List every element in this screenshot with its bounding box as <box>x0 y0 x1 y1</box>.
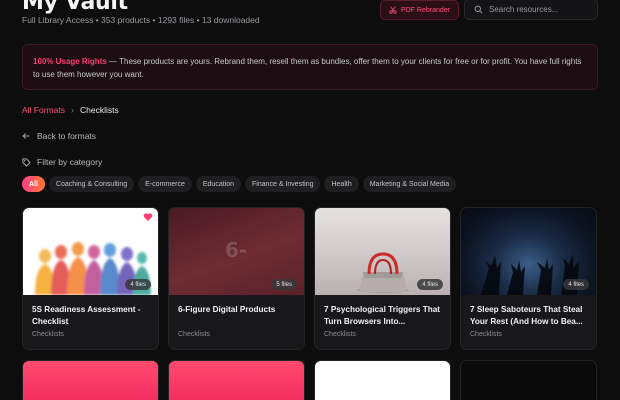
breadcrumb-all-formats[interactable]: All Formats <box>22 105 65 115</box>
product-card-partial[interactable] <box>168 360 305 400</box>
product-title: 5S Readiness Assessment - Checklist <box>32 305 141 326</box>
back-label: Back to formats <box>37 131 97 141</box>
breadcrumb: All Formats › Checklists <box>22 105 119 115</box>
product-title: 7 Psychological Triggers That Turn Brows… <box>324 305 441 326</box>
chip-health[interactable]: Health <box>324 176 359 192</box>
favorite-heart-icon[interactable] <box>143 212 153 222</box>
filter-label: Filter by category <box>37 157 103 167</box>
chevron-right-icon: › <box>70 105 74 115</box>
product-category: Checklists <box>178 331 210 338</box>
product-card-partial[interactable] <box>22 360 159 400</box>
product-card-partial[interactable] <box>460 360 597 400</box>
thumbnail-text: 6- <box>225 238 248 262</box>
product-thumbnail: 6- 5 files <box>169 208 304 295</box>
back-to-formats-link[interactable]: Back to formats <box>22 131 96 141</box>
library-stats: Full Library Access • 353 products • 129… <box>22 15 260 25</box>
product-thumbnail: 4 files <box>315 208 450 295</box>
filter-header: Filter by category <box>22 157 102 167</box>
pdf-rebrander-button[interactable]: PDF Rebrander <box>380 0 459 20</box>
pdf-rebrander-label: PDF Rebrander <box>400 6 451 14</box>
product-card-partial[interactable] <box>314 360 451 400</box>
product-card[interactable]: 4 files 5S Readiness Assessment - Checkl… <box>22 207 159 350</box>
scissors-icon <box>389 6 397 14</box>
file-count-badge: 4 files <box>125 279 151 290</box>
search-box[interactable] <box>464 0 598 20</box>
chip-coaching-consulting[interactable]: Coaching & Consulting <box>48 176 135 192</box>
chip-finance-investing[interactable]: Finance & Investing <box>245 176 321 192</box>
file-count-badge: 4 files <box>563 279 589 290</box>
product-title: 6-Figure Digital Products <box>178 305 276 314</box>
product-card[interactable]: 6- 5 files 6-Figure Digital Products Che… <box>168 207 305 350</box>
tag-icon <box>22 157 31 167</box>
product-thumbnail: 4 files <box>461 208 596 295</box>
page-title: My Vault <box>22 0 128 15</box>
product-card[interactable]: 4 files 7 Sleep Saboteurs That Steal You… <box>460 207 597 350</box>
usage-rights-notice: 100% Usage Rights — These products are y… <box>22 44 598 90</box>
file-count-badge: 5 files <box>271 279 297 290</box>
chip-marketing-social-media[interactable]: Marketing & Social Media <box>362 176 457 192</box>
product-category: Checklists <box>470 331 502 338</box>
file-count-badge: 4 files <box>417 279 443 290</box>
search-icon <box>474 5 483 13</box>
product-category: Checklists <box>324 331 356 338</box>
product-card[interactable]: 4 files 7 Psychological Triggers That Tu… <box>314 207 451 350</box>
category-chips: All Coaching & Consulting E-commerce Edu… <box>22 176 457 192</box>
usage-rights-highlight: 100% Usage Rights <box>33 57 107 66</box>
chip-education[interactable]: Education <box>195 176 241 192</box>
chip-e-commerce[interactable]: E-commerce <box>138 176 192 192</box>
chip-all[interactable]: All <box>22 176 45 192</box>
product-title: 7 Sleep Saboteurs That Steal Your Rest (… <box>470 305 583 326</box>
breadcrumb-current: Checklists <box>79 105 119 115</box>
arrow-left-icon <box>22 133 30 139</box>
product-category: Checklists <box>32 331 64 338</box>
product-thumbnail: 4 files <box>23 208 158 295</box>
usage-rights-text: — These products are yours. Rebrand them… <box>33 57 582 79</box>
search-input[interactable] <box>489 4 589 14</box>
